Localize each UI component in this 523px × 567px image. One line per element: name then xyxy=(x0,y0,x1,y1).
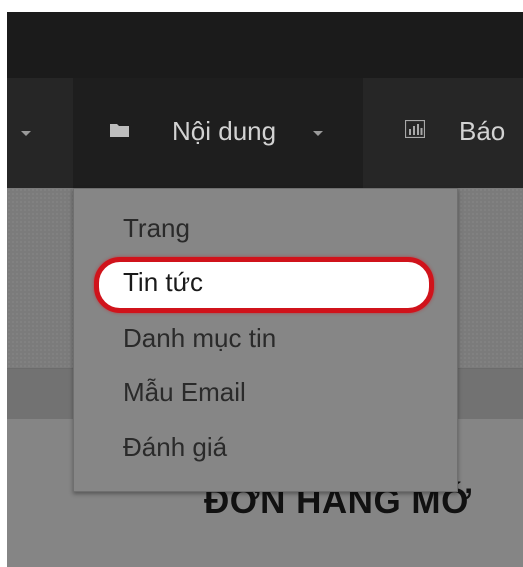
bar-chart-icon xyxy=(405,120,425,138)
chevron-down-icon[interactable] xyxy=(21,131,31,136)
menu-item-news-categories[interactable]: Danh mục tin xyxy=(123,323,276,353)
screenshot-frame: Nội dung Báo ĐƠN HANG MỚ Trang Tin tức D… xyxy=(7,12,523,567)
nav-reports-label[interactable]: Báo xyxy=(459,116,505,146)
menu-item-reviews[interactable]: Đánh giá xyxy=(123,432,227,462)
menu-item-pages[interactable]: Trang xyxy=(123,213,190,243)
main-navbar: Nội dung Báo xyxy=(7,78,523,188)
top-bar xyxy=(7,12,523,78)
menu-item-email-templates[interactable]: Mẫu Email xyxy=(123,377,246,407)
menu-item-news[interactable]: Tin tức xyxy=(123,267,203,297)
nav-content-label[interactable]: Nội dung xyxy=(172,116,276,146)
chevron-down-icon[interactable] xyxy=(313,131,323,136)
content-dropdown-menu: Trang Tin tức Danh mục tin Mẫu Email Đán… xyxy=(73,188,458,492)
folder-icon xyxy=(110,124,129,137)
